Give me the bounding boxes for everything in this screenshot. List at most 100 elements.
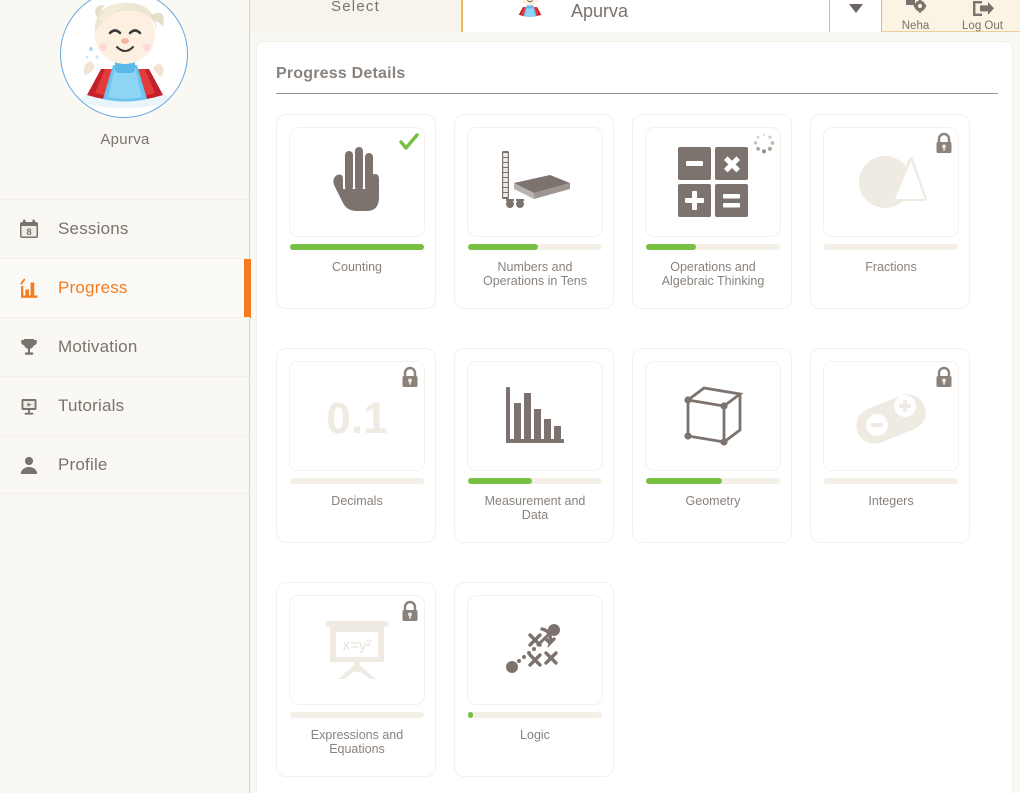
- title-divider: [276, 93, 998, 94]
- video-monitor-icon: [0, 395, 58, 417]
- progress-bar-fill: [646, 244, 696, 250]
- card-icon-box: [823, 361, 959, 471]
- card-label-line: Equations: [329, 741, 385, 756]
- card-label: Operations and Algebraic Thinking: [639, 261, 787, 287]
- sidebar-item-motivation[interactable]: Motivation: [0, 317, 250, 376]
- check-icon: [399, 132, 419, 152]
- profile-name: Apurva: [100, 131, 150, 148]
- progress-card[interactable]: 0.1 Decimals: [276, 348, 436, 543]
- progress-panel: Progress Details Counting Numbers and Ope…: [256, 41, 1013, 793]
- lock-icon: [402, 600, 418, 621]
- user-settings-icon: [882, 0, 949, 17]
- cube-wireframe-icon: [682, 384, 744, 448]
- card-label-line: Fractions: [865, 260, 917, 274]
- card-label-line: Decimals: [331, 494, 383, 508]
- base-ten-blocks-icon: [492, 147, 578, 217]
- sidebar-item-progress[interactable]: Progress: [0, 258, 251, 318]
- account-label: Neha: [901, 20, 930, 32]
- card-label-line: Expressions and: [310, 728, 404, 742]
- spinner-icon: [753, 132, 775, 154]
- header-actions: Neha Log Out: [882, 0, 1020, 32]
- progress-bar-fill: [290, 244, 424, 250]
- progress-card[interactable]: Geometry: [632, 348, 792, 543]
- chevron-down-icon[interactable]: [830, 0, 882, 32]
- lock-icon: [936, 132, 952, 153]
- spinner-icon: [754, 133, 775, 154]
- card-label: Integers: [817, 495, 965, 508]
- card-icon-box: [467, 595, 603, 705]
- progress-card[interactable]: Integers: [810, 348, 970, 543]
- progress-card[interactable]: Fractions: [810, 114, 970, 309]
- progress-bar-track: [468, 244, 602, 250]
- progress-bar-track: [290, 244, 424, 250]
- hand-count-icon: [321, 145, 393, 219]
- calculator-operations-icon: [677, 146, 749, 218]
- card-icon-box: x=y²: [289, 595, 425, 705]
- card-label: Expressions and Equations: [283, 729, 431, 755]
- logout-label: Log Out: [962, 20, 1003, 32]
- pie-fraction-icon: [855, 151, 927, 213]
- sidebar: Apurva 8 Sessions Progress Motivation Tu…: [0, 0, 251, 793]
- select-label: Select: [331, 0, 380, 15]
- card-icon-box: [467, 127, 603, 237]
- logout-icon: [949, 0, 1016, 17]
- decimal-0-1-icon: 0.1: [313, 391, 401, 441]
- lock-icon: [935, 366, 953, 388]
- person-icon: [0, 454, 58, 476]
- card-label-line: Integers: [868, 494, 914, 508]
- logout-button[interactable]: Log Out: [949, 0, 1016, 32]
- calendar-badge-number: 8: [26, 227, 31, 238]
- select-dropdown[interactable]: Select: [250, 0, 462, 32]
- card-icon-box: [645, 127, 781, 237]
- sidebar-item-sessions[interactable]: 8 Sessions: [0, 199, 250, 258]
- plus-minus-pill-icon: [853, 387, 929, 445]
- progress-card[interactable]: Numbers and Operations in Tens: [454, 114, 614, 309]
- progress-bar-fill: [468, 478, 533, 484]
- calendar-icon: 8: [0, 218, 58, 240]
- progress-bar-track: [824, 478, 958, 484]
- student-selector[interactable]: Apurva: [462, 0, 830, 32]
- progress-card[interactable]: x=y² Expressions and Equations: [276, 582, 436, 777]
- sidebar-item-profile[interactable]: Profile: [0, 435, 250, 494]
- lock-icon: [402, 366, 418, 387]
- card-label-line: Measurement and: [484, 494, 586, 508]
- check-icon: [399, 133, 419, 150]
- progress-card[interactable]: Measurement and Data: [454, 348, 614, 543]
- student-name: Apurva: [571, 1, 629, 21]
- lock-icon: [935, 132, 953, 154]
- sidebar-item-tutorials[interactable]: Tutorials: [0, 376, 250, 435]
- progress-card-grid: Counting Numbers and Operations in Tens O…: [267, 114, 1007, 793]
- lock-icon: [401, 366, 419, 388]
- card-label: Geometry: [639, 495, 787, 508]
- card-label: Numbers and Operations in Tens: [461, 261, 609, 287]
- whiteboard-equation-icon: x=y²: [320, 619, 394, 681]
- top-header: Select Apurva Neha Log Out: [250, 0, 1020, 32]
- card-label-line: Algebraic Thinking: [661, 273, 765, 288]
- page-title: Progress Details: [276, 65, 406, 82]
- sidebar-item-label: Progress: [58, 278, 128, 297]
- progress-bar-track: [290, 712, 424, 718]
- svg-text:0.1: 0.1: [326, 394, 387, 441]
- progress-card[interactable]: Operations and Algebraic Thinking: [632, 114, 792, 309]
- card-label-line: Logic: [520, 728, 550, 742]
- card-label-line: Geometry: [685, 494, 741, 508]
- card-label-line: Counting: [331, 260, 383, 274]
- trophy-icon: [0, 336, 58, 358]
- card-label: Counting: [283, 261, 431, 274]
- card-icon-box: [289, 127, 425, 237]
- sidebar-item-label: Tutorials: [58, 396, 125, 415]
- strategy-path-icon: [504, 621, 566, 679]
- progress-card[interactable]: Logic: [454, 582, 614, 777]
- progress-card[interactable]: Counting: [276, 114, 436, 309]
- card-label: Logic: [461, 729, 609, 742]
- card-icon-box: [467, 361, 603, 471]
- progress-bar-track: [468, 712, 602, 718]
- account-button[interactable]: Neha: [882, 0, 949, 32]
- progress-bar-fill: [468, 712, 474, 718]
- progress-bar-track: [824, 244, 958, 250]
- card-label: Fractions: [817, 261, 965, 274]
- sidebar-nav: 8 Sessions Progress Motivation Tutorials…: [0, 199, 251, 494]
- sidebar-item-label: Motivation: [58, 337, 138, 356]
- app-root: Apurva 8 Sessions Progress Motivation Tu…: [0, 0, 1020, 793]
- student-avatar-elsa-icon: [511, 0, 549, 22]
